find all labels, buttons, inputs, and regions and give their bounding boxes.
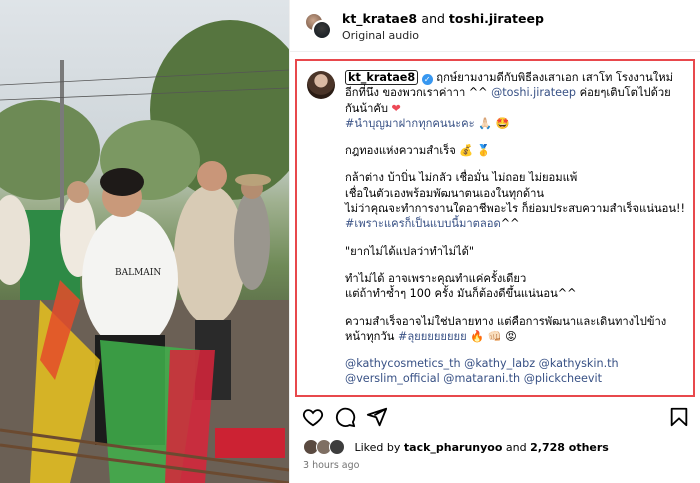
action-bar <box>290 400 700 432</box>
audio-link[interactable]: Original audio <box>342 29 419 42</box>
likes-middle: and <box>502 440 531 454</box>
mention-link[interactable]: @verslim_official <box>345 372 440 385</box>
avatar[interactable] <box>307 71 335 99</box>
heart-emoji: ❤ <box>391 101 401 115</box>
hashtag-link[interactable]: #นำบุญมาฝากทุกคนนะคะ <box>345 117 475 130</box>
mention-link[interactable]: @kathy_labz <box>464 357 535 370</box>
svg-text:BALMAIN: BALMAIN <box>115 268 161 278</box>
post-authors: kt_kratae8 and toshi.jirateep <box>342 11 544 26</box>
post-photo[interactable]: BALMAIN <box>0 0 289 483</box>
liker-avatars[interactable] <box>303 439 347 455</box>
heart-icon[interactable] <box>302 406 324 428</box>
caption-line: ทำไม่ได้ อาจเพราะคุณทำแค่ครั้งเดียว <box>345 271 527 285</box>
coauthor-username-link[interactable]: toshi.jirateep <box>449 11 544 26</box>
mention-link[interactable]: @kathycosmetics_th <box>345 357 461 370</box>
caption-paragraph: @verslim_official @matarani.th @plickche… <box>345 371 685 386</box>
avatar[interactable] <box>312 20 332 40</box>
likes-summary: Liked by tack_pharunyoo and 2,728 others <box>303 439 609 457</box>
caption-paragraph: #เพราะแครก็เป็นแบบนี้มาตลอด^^ <box>345 216 685 231</box>
mention-link[interactable]: @plickcheevit <box>524 372 602 385</box>
and-text: and <box>421 11 445 26</box>
caption-line: แต่ถ้าทำซ้ำๆ 100 ครั้ง มันก็ต้องดีขึ้นแน… <box>345 287 577 301</box>
avatar[interactable] <box>329 439 345 455</box>
likes-prefix: Liked by <box>354 440 404 454</box>
caption-paragraph: @kathycosmetics_th @kathy_labz @kathyski… <box>345 356 685 371</box>
collab-avatars[interactable] <box>304 12 332 40</box>
likes-count-link[interactable]: 2,728 others <box>530 441 609 454</box>
post-panel: kt_kratae8 and toshi.jirateep Original a… <box>289 0 700 483</box>
mention-link[interactable]: @matarani.th <box>443 372 520 385</box>
emoji-text: 🙏🏻 🤩 <box>474 116 510 130</box>
post-header: kt_kratae8 and toshi.jirateep Original a… <box>290 0 700 52</box>
caption-highlight: kt_kratae8 ✓ ฤกษ์ยามงามดีกับพิธีลงเสาเอก… <box>295 59 695 397</box>
emoji-text: 🔥 👊🏻 😡 <box>466 329 517 343</box>
caption-paragraph: kt_kratae8 ✓ ฤกษ์ยามงามดีกับพิธีลงเสาเอก… <box>345 70 685 116</box>
mention-link[interactable]: @kathyskin.th <box>539 357 619 370</box>
photo-illustration: BALMAIN <box>0 20 289 483</box>
hashtag-link[interactable]: #เพราะแครก็เป็นแบบนี้มาตลอด <box>345 217 501 230</box>
verified-badge-icon: ✓ <box>421 74 433 85</box>
share-icon[interactable] <box>366 406 388 428</box>
bookmark-icon[interactable] <box>668 406 690 428</box>
mention-link[interactable]: @toshi.jirateep <box>491 86 576 99</box>
caption-line: "ยากไม่ได้แปลว่าทำไม่ได้" <box>345 244 475 258</box>
caption-paragraph: #นำบุญมาฝากทุกคนนะคะ 🙏🏻 🤩 <box>345 116 685 131</box>
caption-line: เชื่อในตัวเองพร้อมพัฒนาตนเองในทุกด้าน <box>345 186 545 200</box>
caption-line: กล้าต่าง บ้าบิ่น ไม่กลัว เชื่อมั่น ไม่ถอ… <box>345 171 578 185</box>
caption-line: ไม่ว่าคุณจะทำการงานใดอาชีพอะไร ก็ย่อมประ… <box>345 202 685 216</box>
author-username-link[interactable]: kt_kratae8 <box>342 11 417 26</box>
caption-paragraph: ความสำเร็จอาจไม่ใช่ปลายทาง แต่คือการพัฒน… <box>345 314 685 345</box>
liker-username-link[interactable]: tack_pharunyoo <box>404 441 503 454</box>
caption-line: ^^ <box>500 217 520 231</box>
likes-text: Liked by tack_pharunyoo and 2,728 others <box>355 441 609 454</box>
caption-username-link[interactable]: kt_kratae8 <box>345 70 419 85</box>
authors-conjunction: and <box>421 11 449 26</box>
hashtag-link[interactable]: #ลุยยยยยยยย <box>398 330 467 343</box>
post-timestamp[interactable]: 3 hours ago <box>303 460 359 471</box>
caption-line: กฎทองแห่งความสำเร็จ 💰 🥇 <box>345 144 491 158</box>
caption-text: kt_kratae8 ✓ ฤกษ์ยามงามดีกับพิธีลงเสาเอก… <box>345 70 685 387</box>
comment-icon[interactable] <box>334 406 356 428</box>
